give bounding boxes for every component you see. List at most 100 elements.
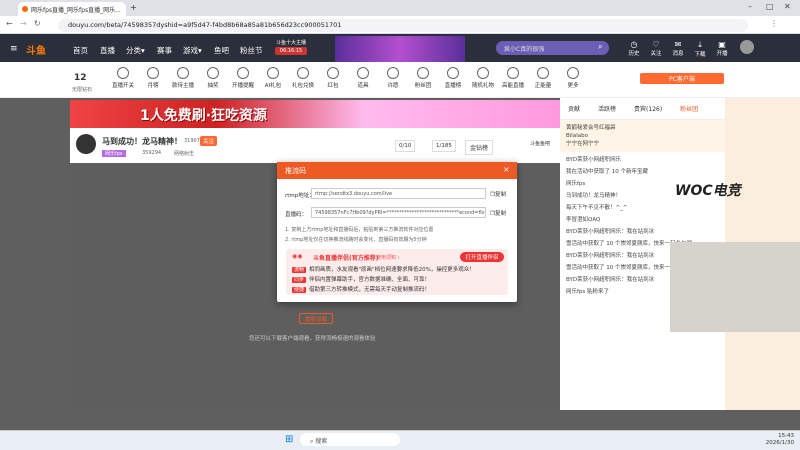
download-button[interactable]: ⤓ 下载: [690, 40, 710, 58]
taskbar-search[interactable]: ⌕ 搜索: [300, 433, 400, 446]
chat-message[interactable]: BYD荣获小网超积网乐: [566, 156, 719, 164]
tab-vip[interactable]: 贵宾(126): [634, 104, 662, 113]
toolbar-item-label: 开播提醒: [231, 83, 254, 89]
chat-message[interactable]: 李冒澄如QAQ: [566, 216, 719, 224]
menu-icon[interactable]: ⋮: [770, 19, 778, 28]
room-category[interactable]: 网络射击: [174, 150, 194, 157]
maximize-button[interactable]: □: [766, 2, 774, 11]
stream-key-input[interactable]: 74598357nFc7Hb09?dyPRl=*****************…: [311, 207, 486, 218]
streamer-avatar[interactable]: [76, 134, 96, 154]
windows-start-icon[interactable]: ⊞: [285, 434, 293, 445]
chat-message[interactable]: 每天下午不见不散！^_^: [566, 204, 719, 212]
tab-title: 网乐fps直播_网乐fps直播_网乐...: [31, 6, 121, 14]
nav-games[interactable]: 游戏▾: [183, 45, 202, 56]
follow-room-button[interactable]: 关注: [200, 136, 218, 146]
toolbar-item[interactable]: 正能量: [530, 67, 556, 89]
chat-message[interactable]: BYD荣获小网超积网乐：我在站到冰: [566, 228, 719, 236]
header-promo-banner[interactable]: [335, 36, 465, 62]
toolbar-item-icon: [417, 67, 429, 79]
back-icon[interactable]: ←: [6, 19, 13, 28]
toolbar-item[interactable]: 道具: [350, 67, 376, 89]
toolbar-item[interactable]: 粉丝团: [410, 67, 436, 89]
message-button[interactable]: ✉ 消息: [668, 40, 688, 57]
yuba-corner[interactable]: 斗鱼鱼吧: [530, 140, 550, 147]
copy-rtmp-button[interactable]: ❐复制: [490, 190, 506, 198]
copy-key-label: 复制: [494, 211, 506, 217]
tab-active[interactable]: 活跃榜: [598, 104, 616, 113]
rank-box-2[interactable]: 1/185: [432, 140, 456, 152]
promo-tag: 同步: [292, 277, 307, 283]
reload-video-button[interactable]: 重新加载: [299, 313, 333, 324]
toolbar-item-label: 抽奖: [207, 83, 219, 89]
douyu-fish-icon: ◉◉: [292, 253, 303, 260]
toolbar-item-label: 红包: [327, 83, 339, 89]
minimize-button[interactable]: –: [748, 2, 752, 11]
toolbar-item-label: 正能量: [534, 83, 552, 89]
toolbar-item-label: 月榜: [147, 83, 159, 89]
room-info: 马到成功！龙马精神！ 31907 关注 网乐fps 359294 网络射击 0/…: [70, 128, 560, 163]
url-input[interactable]: douyu.com/beta/74598357dyshid=a9f5d47-f4…: [58, 19, 748, 32]
hamburger-icon[interactable]: ≡: [10, 44, 18, 54]
tab-fans[interactable]: 粉丝团: [680, 104, 698, 113]
nav-live[interactable]: 直播: [100, 45, 115, 56]
toolbar-item[interactable]: 许愿: [380, 67, 406, 89]
toolbar-item-icon: [297, 67, 309, 79]
fans-count: 31907: [184, 138, 200, 144]
toolbar-item[interactable]: 直播榜: [440, 67, 466, 89]
toolbar-item-icon: [177, 67, 189, 79]
toolbar-item[interactable]: 款待主播: [170, 67, 196, 89]
key-label: 直播码：: [285, 212, 308, 218]
reload-icon[interactable]: ↻: [34, 19, 41, 28]
new-tab-button[interactable]: +: [130, 3, 137, 12]
clock[interactable]: 15:43 2026/1/30: [760, 433, 794, 447]
nav-home[interactable]: 首页: [73, 45, 88, 56]
toolbar-item-label: 道具: [357, 83, 369, 89]
search-icon[interactable]: ⌕: [598, 42, 602, 52]
tab-contribution[interactable]: 贡献: [568, 104, 580, 113]
toolbar-item[interactable]: 礼包兑换: [290, 67, 316, 89]
toolbar-item[interactable]: AI礼包: [260, 67, 286, 89]
rtmp-input[interactable]: rtmp://sendtx3.douyu.com/live: [311, 188, 486, 199]
chat-message[interactable]: 我在活动中获取了 10 个新年宝藏: [566, 168, 719, 176]
nav-category[interactable]: 分类▾: [126, 45, 145, 56]
toolbar-item-icon: [207, 67, 219, 79]
toolbar-item[interactable]: 随机礼物: [470, 67, 496, 89]
nav-fans-festival[interactable]: 粉丝节: [240, 45, 263, 56]
sidebar-user-1[interactable]: 黄鹤秘爱会号红福袋: [566, 124, 719, 132]
toolbar-item[interactable]: 月榜: [140, 67, 166, 89]
rank-box-1[interactable]: 0/10: [395, 140, 416, 152]
gold-rank-button[interactable]: 金钻榜: [465, 140, 494, 155]
forward-icon[interactable]: →: [20, 19, 27, 28]
browser-tab[interactable]: 网乐fps直播_网乐fps直播_网乐...: [18, 2, 126, 16]
follow-button[interactable]: ♡ 关注: [646, 40, 666, 57]
user-level-label: 无限钻石: [72, 87, 93, 93]
avatar[interactable]: [740, 40, 754, 54]
toolbar-item-icon: [477, 67, 489, 79]
toolbar-item[interactable]: 红包: [320, 67, 346, 89]
nav-events[interactable]: 赛事: [157, 45, 172, 56]
toolbar-item[interactable]: 直播开关: [110, 67, 136, 89]
toolbar-item-icon: [567, 67, 579, 79]
copy-key-button[interactable]: ❐复制: [490, 209, 506, 217]
toolbar-item-label: 许愿: [387, 83, 399, 89]
room-banner[interactable]: 1人免费刷·狂吃资源: [70, 100, 560, 128]
open-companion-button[interactable]: 打开直播伴侣: [460, 252, 504, 262]
douyu-logo[interactable]: 斗鱼: [26, 42, 46, 57]
promo-note-link[interactable]: 使用须知 ›: [376, 254, 400, 261]
toolbar-item[interactable]: 抽奖: [200, 67, 226, 89]
sidebar-user-2[interactable]: Bilalabo: [566, 132, 719, 140]
search-input[interactable]: 疯小C真的很强: [496, 41, 609, 55]
toolbar-item[interactable]: 开播提醒: [230, 67, 256, 89]
event-badge[interactable]: 斗鱼十大主播 06:16:15: [275, 39, 307, 59]
toolbar-item[interactable]: 更多: [560, 67, 586, 89]
close-button[interactable]: ✕: [784, 2, 791, 11]
history-button[interactable]: ◷ 历史: [624, 40, 644, 57]
toolbar-item-label: 款待主播: [171, 83, 194, 89]
nav-yuba[interactable]: 鱼吧: [214, 45, 229, 56]
pc-client-button[interactable]: PC客户端: [640, 73, 724, 84]
room-tag[interactable]: 网乐fps: [102, 150, 126, 157]
stream-button[interactable]: ▣ 开播: [712, 40, 732, 57]
sidebar-user-3[interactable]: 宁宁在网宁宁: [566, 140, 719, 148]
dialog-close-icon[interactable]: ×: [503, 165, 510, 174]
toolbar-item[interactable]: 高能直播: [500, 67, 526, 89]
